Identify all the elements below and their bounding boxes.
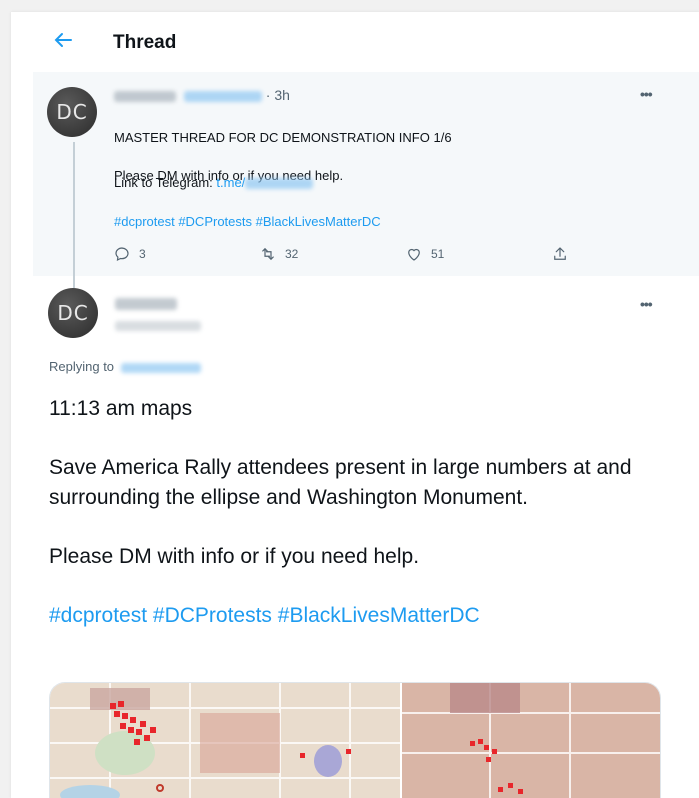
reply-action[interactable]: 3 [113, 245, 146, 263]
replying-to: Replying to [49, 359, 201, 374]
thread-header: Thread [11, 12, 699, 72]
display-name-redacted[interactable] [115, 295, 177, 313]
reply-count: 3 [139, 247, 146, 261]
tweet-time[interactable]: · 3h [266, 87, 290, 103]
tweet-line-1: MASTER THREAD FOR DC DEMONSTRATION INFO … [114, 130, 452, 145]
thread-panel: Thread DC · 3h MASTER THREAD FOR DC DEMO… [11, 12, 699, 798]
hashtags[interactable]: #dcprotest #DCProtests #BlackLivesMatter… [114, 214, 381, 229]
link-label: Link to Telegram: [114, 175, 213, 190]
like-count: 51 [431, 247, 445, 261]
map-images[interactable] [49, 682, 661, 798]
avatar[interactable]: DC [47, 87, 97, 137]
retweet-icon [262, 247, 274, 261]
like-action[interactable]: 51 [405, 245, 444, 263]
back-arrow-icon[interactable] [51, 28, 79, 56]
avatar[interactable]: DC [48, 288, 98, 338]
handle-redacted[interactable] [183, 90, 262, 102]
display-name-redacted[interactable] [114, 90, 176, 102]
retweet-count: 32 [285, 247, 299, 261]
tweet-meta: · 3h [114, 87, 290, 103]
heart-icon [408, 248, 420, 261]
telegram-link[interactable]: t.me/ [216, 175, 245, 190]
share-action[interactable] [551, 245, 569, 263]
reply-icon [115, 247, 129, 262]
more-options-icon[interactable]: ••• [640, 296, 653, 312]
replying-handle-redacted[interactable] [120, 362, 201, 373]
reply-hashtags[interactable]: #dcprotest #DCProtests #BlackLivesMatter… [49, 601, 669, 631]
parent-tweet[interactable]: DC · 3h MASTER THREAD FOR DC DEMONSTRATI… [33, 72, 699, 276]
map-image [50, 683, 660, 798]
page-title: Thread [113, 32, 177, 53]
reply-line-1: 11:13 am maps [49, 397, 193, 420]
more-options-icon[interactable]: ••• [640, 86, 653, 102]
share-icon [554, 247, 566, 260]
thread-connector-line [73, 142, 75, 288]
telegram-link-line: Link to Telegram: t.me/ [114, 175, 314, 190]
link-redacted[interactable] [245, 178, 314, 190]
reply-paragraph-3: Please DM with info or if you need help. [49, 545, 420, 568]
retweet-action[interactable]: 32 [259, 245, 298, 263]
reply-tweet-text: 11:13 am maps Save America Rally attende… [49, 394, 669, 660]
handle-redacted[interactable] [115, 317, 201, 335]
reply-paragraph-2: Save America Rally attendees present in … [49, 456, 632, 509]
replying-to-label: Replying to [49, 359, 115, 374]
